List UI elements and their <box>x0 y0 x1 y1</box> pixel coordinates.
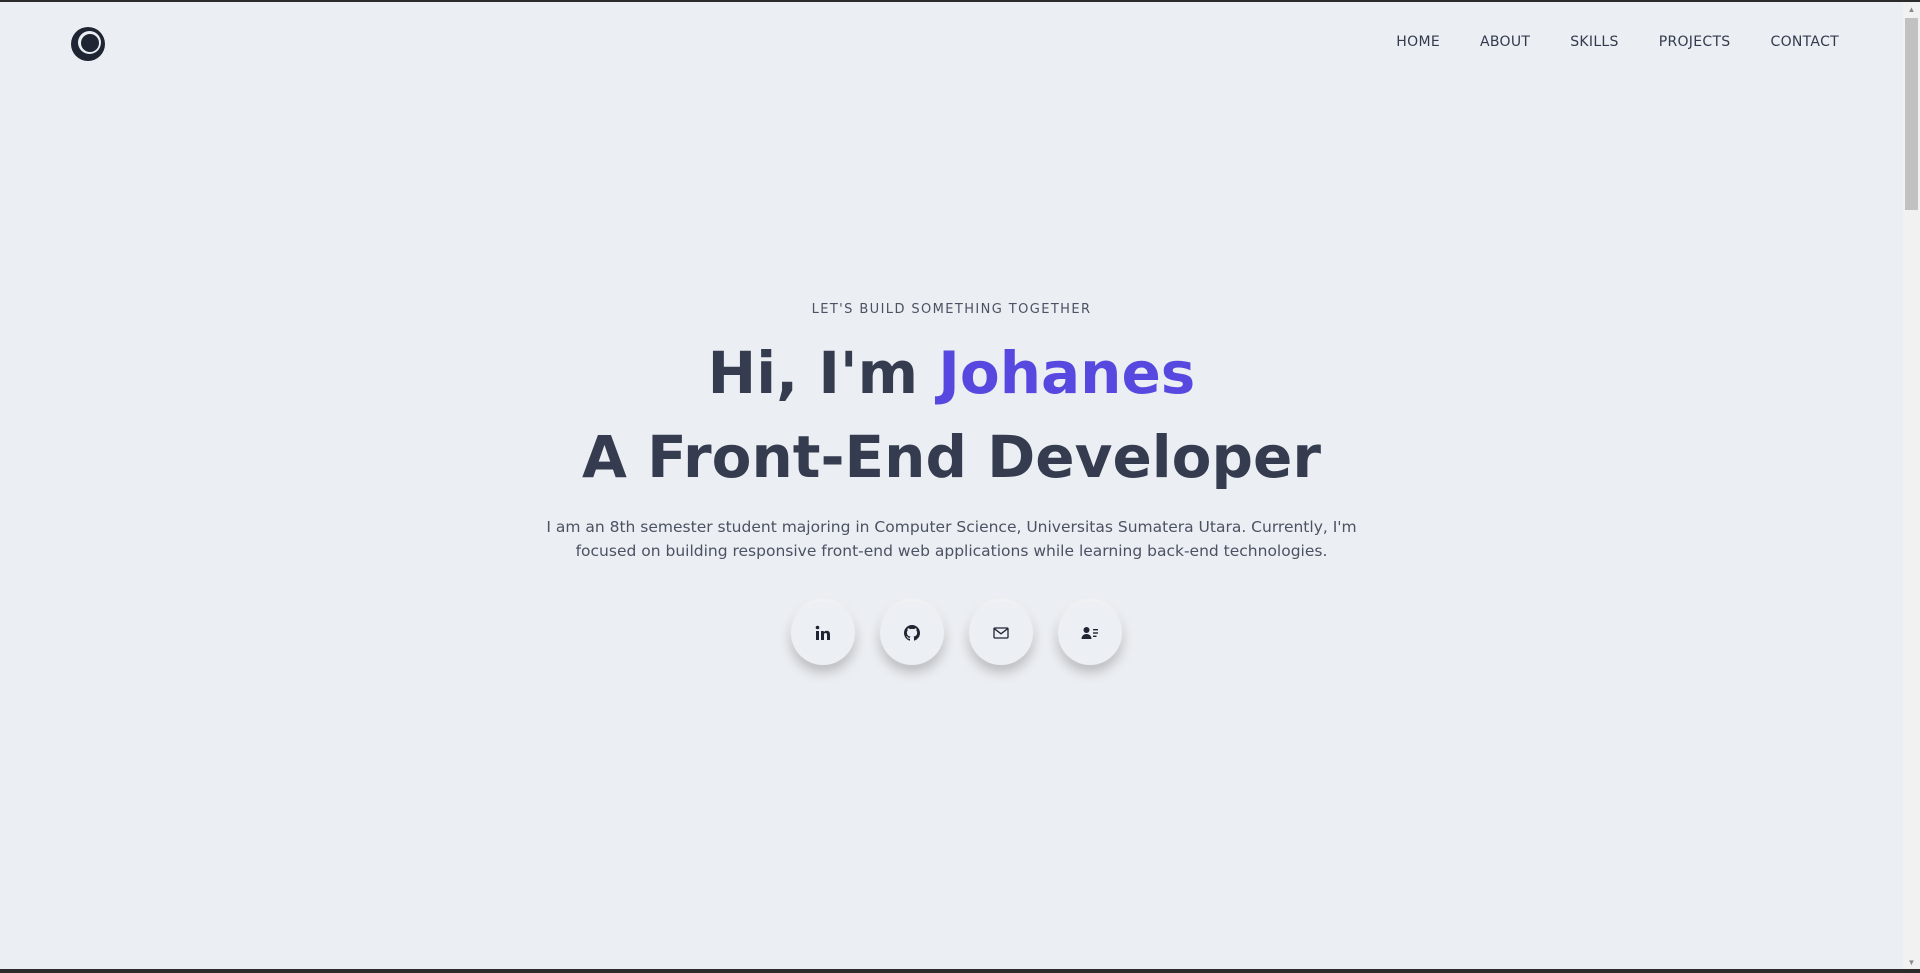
hero-description: I am an 8th semester student majoring in… <box>546 518 1357 560</box>
scroll-up-icon[interactable]: ▲ <box>1903 2 1920 16</box>
nav-projects-link[interactable]: PROJECTS <box>1659 34 1731 50</box>
scroll-down-icon[interactable]: ▼ <box>1903 955 1920 969</box>
email-button[interactable] <box>969 601 1033 665</box>
nav-skills-link[interactable]: SKILLS <box>1570 34 1618 50</box>
nav-contact-link[interactable]: CONTACT <box>1771 34 1840 50</box>
hero-role: A Front-End Developer <box>582 423 1321 491</box>
linkedin-icon <box>815 625 830 640</box>
github-icon <box>904 625 920 641</box>
greeting-prefix: Hi, I'm <box>707 339 939 407</box>
page: HOME ABOUT SKILLS PROJECTS CONTACT LET'S… <box>0 2 1903 969</box>
scrollbar-thumb[interactable] <box>1905 18 1918 210</box>
logo-icon[interactable] <box>70 26 106 62</box>
nav-about-link[interactable]: ABOUT <box>1480 34 1530 50</box>
hero-name: Johanes <box>938 339 1196 407</box>
linkedin-button[interactable] <box>791 601 855 665</box>
hero-headline: Hi, I'm Johanes A Front-End Developer <box>0 331 1903 499</box>
contact-card-button[interactable] <box>1058 601 1122 665</box>
nav-home-link[interactable]: HOME <box>1396 34 1440 50</box>
vertical-scrollbar[interactable]: ▲ ▼ <box>1903 2 1920 969</box>
contact-card-icon <box>1081 627 1098 639</box>
hero-eyebrow: LET'S BUILD SOMETHING TOGETHER <box>811 302 1092 317</box>
main-nav: HOME ABOUT SKILLS PROJECTS CONTACT <box>1396 34 1839 50</box>
social-links <box>0 601 1903 665</box>
hero-section: LET'S BUILD SOMETHING TOGETHER Hi, I'm J… <box>0 302 1903 665</box>
mail-icon <box>993 627 1009 639</box>
github-button[interactable] <box>880 601 944 665</box>
